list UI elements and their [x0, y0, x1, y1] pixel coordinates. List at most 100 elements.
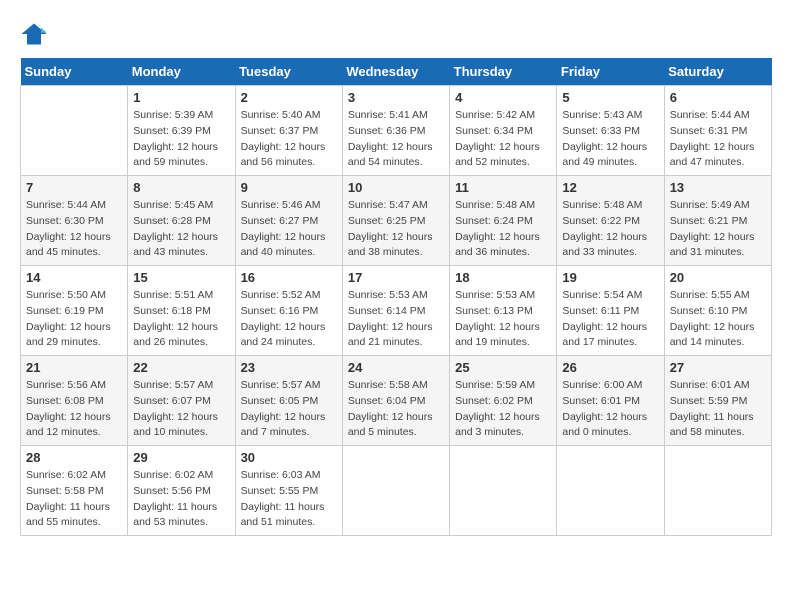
calendar-cell: [664, 446, 771, 536]
calendar-cell: 25 Sunrise: 5:59 AMSunset: 6:02 PMDayligh…: [450, 356, 557, 446]
day-number: 5: [562, 90, 658, 105]
calendar-cell: 23Sunrise: 5:57 AMSunset: 6:05 PMDayligh…: [235, 356, 342, 446]
calendar-cell: 2 Sunrise: 5:40 AMSunset: 6:37 PMDaylight…: [235, 86, 342, 176]
day-number: 1: [133, 90, 229, 105]
calendar-cell: 8 Sunrise: 5:45 AMSunset: 6:28 PMDaylight…: [128, 176, 235, 266]
calendar-table: SundayMondayTuesdayWednesdayThursdayFrid…: [20, 58, 772, 536]
calendar-cell: 3Sunrise: 5:41 AMSunset: 6:36 PMDaylight…: [342, 86, 449, 176]
day-number: 13: [670, 180, 766, 195]
dow-header-friday: Friday: [557, 58, 664, 86]
calendar-cell: 13 Sunrise: 5:49 AMSunset: 6:21 PMDayligh…: [664, 176, 771, 266]
day-info: Sunrise: 5:57 AMSunset: 6:07 PMDaylight:…: [133, 378, 229, 441]
day-info: Sunrise: 5:40 AMSunset: 6:37 PMDaylight:…: [241, 108, 337, 171]
day-number: 14: [26, 270, 122, 285]
calendar-cell: 4 Sunrise: 5:42 AMSunset: 6:34 PMDaylight…: [450, 86, 557, 176]
calendar-cell: [21, 86, 128, 176]
day-number: 17: [348, 270, 444, 285]
day-number: 2: [241, 90, 337, 105]
calendar-cell: 20 Sunrise: 5:55 AMSunset: 6:10 PMDayligh…: [664, 266, 771, 356]
day-info: Sunrise: 5:44 AMSunset: 6:31 PMDaylight:…: [670, 108, 766, 171]
day-number: 11: [455, 180, 551, 195]
calendar-cell: [450, 446, 557, 536]
calendar-cell: [342, 446, 449, 536]
day-number: 4: [455, 90, 551, 105]
logo-icon: [20, 20, 48, 48]
day-number: 30: [241, 450, 337, 465]
day-number: 10: [348, 180, 444, 195]
day-number: 29: [133, 450, 229, 465]
calendar-cell: 5 Sunrise: 5:43 AMSunset: 6:33 PMDaylight…: [557, 86, 664, 176]
day-number: 19: [562, 270, 658, 285]
calendar-cell: 27Sunrise: 6:01 AMSunset: 5:59 PMDayligh…: [664, 356, 771, 446]
day-info: Sunrise: 5:43 AMSunset: 6:33 PMDaylight:…: [562, 108, 658, 171]
day-info: Sunrise: 6:02 AMSunset: 5:56 PMDaylight:…: [133, 468, 229, 531]
day-info: Sunrise: 5:57 AMSunset: 6:05 PMDaylight:…: [241, 378, 337, 441]
day-info: Sunrise: 5:52 AMSunset: 6:16 PMDaylight:…: [241, 288, 337, 351]
calendar-cell: 10 Sunrise: 5:47 AMSunset: 6:25 PMDayligh…: [342, 176, 449, 266]
dow-header-saturday: Saturday: [664, 58, 771, 86]
day-number: 7: [26, 180, 122, 195]
calendar-cell: 19 Sunrise: 5:54 AMSunset: 6:11 PMDayligh…: [557, 266, 664, 356]
day-info: Sunrise: 5:59 AMSunset: 6:02 PMDaylight:…: [455, 378, 551, 441]
day-number: 24: [348, 360, 444, 375]
calendar-cell: 16 Sunrise: 5:52 AMSunset: 6:16 PMDayligh…: [235, 266, 342, 356]
day-info: Sunrise: 5:46 AMSunset: 6:27 PMDaylight:…: [241, 198, 337, 261]
day-number: 27: [670, 360, 766, 375]
day-number: 28: [26, 450, 122, 465]
day-info: Sunrise: 5:53 AMSunset: 6:13 PMDaylight:…: [455, 288, 551, 351]
calendar-cell: 18 Sunrise: 5:53 AMSunset: 6:13 PMDayligh…: [450, 266, 557, 356]
day-number: 26: [562, 360, 658, 375]
calendar-cell: 17 Sunrise: 5:53 AMSunset: 6:14 PMDayligh…: [342, 266, 449, 356]
page-header: [20, 20, 772, 48]
calendar-cell: 15Sunrise: 5:51 AMSunset: 6:18 PMDayligh…: [128, 266, 235, 356]
calendar-cell: 24 Sunrise: 5:58 AMSunset: 6:04 PMDayligh…: [342, 356, 449, 446]
calendar-cell: 1 Sunrise: 5:39 AMSunset: 6:39 PMDaylight…: [128, 86, 235, 176]
calendar-cell: 9 Sunrise: 5:46 AMSunset: 6:27 PMDaylight…: [235, 176, 342, 266]
calendar-cell: 30Sunrise: 6:03 AMSunset: 5:55 PMDayligh…: [235, 446, 342, 536]
calendar-cell: 12 Sunrise: 5:48 AMSunset: 6:22 PMDayligh…: [557, 176, 664, 266]
calendar-cell: 26 Sunrise: 6:00 AMSunset: 6:01 PMDayligh…: [557, 356, 664, 446]
day-number: 25: [455, 360, 551, 375]
day-info: Sunrise: 5:53 AMSunset: 6:14 PMDaylight:…: [348, 288, 444, 351]
day-info: Sunrise: 6:02 AMSunset: 5:58 PMDaylight:…: [26, 468, 122, 531]
calendar-cell: 14 Sunrise: 5:50 AMSunset: 6:19 PMDayligh…: [21, 266, 128, 356]
calendar-cell: 7 Sunrise: 5:44 AMSunset: 6:30 PMDaylight…: [21, 176, 128, 266]
day-number: 6: [670, 90, 766, 105]
day-info: Sunrise: 5:54 AMSunset: 6:11 PMDaylight:…: [562, 288, 658, 351]
day-info: Sunrise: 5:50 AMSunset: 6:19 PMDaylight:…: [26, 288, 122, 351]
calendar-cell: 29 Sunrise: 6:02 AMSunset: 5:56 PMDayligh…: [128, 446, 235, 536]
day-info: Sunrise: 5:55 AMSunset: 6:10 PMDaylight:…: [670, 288, 766, 351]
day-info: Sunrise: 5:58 AMSunset: 6:04 PMDaylight:…: [348, 378, 444, 441]
dow-header-tuesday: Tuesday: [235, 58, 342, 86]
day-info: Sunrise: 5:44 AMSunset: 6:30 PMDaylight:…: [26, 198, 122, 261]
calendar-cell: 22 Sunrise: 5:57 AMSunset: 6:07 PMDayligh…: [128, 356, 235, 446]
day-info: Sunrise: 5:45 AMSunset: 6:28 PMDaylight:…: [133, 198, 229, 261]
logo: [20, 20, 50, 48]
dow-header-sunday: Sunday: [21, 58, 128, 86]
dow-header-wednesday: Wednesday: [342, 58, 449, 86]
day-number: 18: [455, 270, 551, 285]
dow-header-monday: Monday: [128, 58, 235, 86]
day-info: Sunrise: 5:47 AMSunset: 6:25 PMDaylight:…: [348, 198, 444, 261]
dow-header-thursday: Thursday: [450, 58, 557, 86]
calendar-cell: 28 Sunrise: 6:02 AMSunset: 5:58 PMDayligh…: [21, 446, 128, 536]
day-number: 21: [26, 360, 122, 375]
calendar-cell: 21 Sunrise: 5:56 AMSunset: 6:08 PMDayligh…: [21, 356, 128, 446]
day-number: 12: [562, 180, 658, 195]
calendar-cell: 6 Sunrise: 5:44 AMSunset: 6:31 PMDaylight…: [664, 86, 771, 176]
day-info: Sunrise: 5:49 AMSunset: 6:21 PMDaylight:…: [670, 198, 766, 261]
day-info: Sunrise: 5:56 AMSunset: 6:08 PMDaylight:…: [26, 378, 122, 441]
day-info: Sunrise: 5:48 AMSunset: 6:24 PMDaylight:…: [455, 198, 551, 261]
day-info: Sunrise: 6:00 AMSunset: 6:01 PMDaylight:…: [562, 378, 658, 441]
day-info: Sunrise: 5:39 AMSunset: 6:39 PMDaylight:…: [133, 108, 229, 171]
day-info: Sunrise: 5:42 AMSunset: 6:34 PMDaylight:…: [455, 108, 551, 171]
day-info: Sunrise: 5:41 AMSunset: 6:36 PMDaylight:…: [348, 108, 444, 171]
calendar-cell: 11 Sunrise: 5:48 AMSunset: 6:24 PMDayligh…: [450, 176, 557, 266]
day-number: 20: [670, 270, 766, 285]
day-info: Sunrise: 5:48 AMSunset: 6:22 PMDaylight:…: [562, 198, 658, 261]
day-number: 22: [133, 360, 229, 375]
day-number: 16: [241, 270, 337, 285]
day-number: 8: [133, 180, 229, 195]
day-number: 9: [241, 180, 337, 195]
calendar-cell: [557, 446, 664, 536]
